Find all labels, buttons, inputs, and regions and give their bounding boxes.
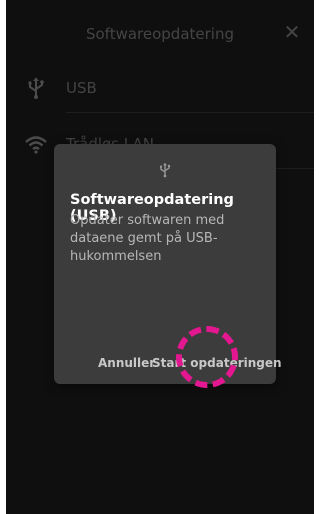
dialog-message: Opdater softwaren med dataene gemt på US… xyxy=(70,213,225,264)
update-dialog: Softwareopdatering (USB) Opdater softwar… xyxy=(54,144,282,384)
usb-icon xyxy=(54,162,276,180)
cancel-button[interactable]: Annuller xyxy=(98,356,155,370)
app-screen: Softwareopdatering ✕ USB Softwareopdater… xyxy=(6,0,314,514)
start-update-button[interactable]: Start opdateringen xyxy=(152,356,282,370)
